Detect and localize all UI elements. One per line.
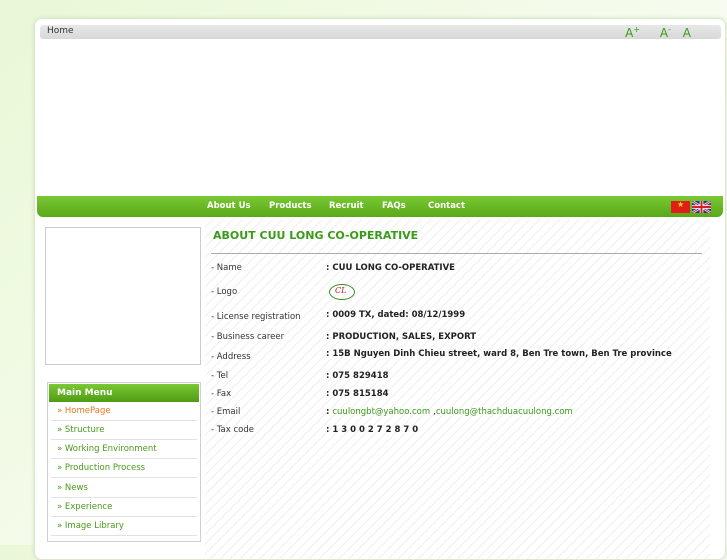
name-value: : CUU LONG CO-OPERATIVE: [326, 263, 455, 273]
content-area: ABOUT CUU LONG CO-OPERATIVE - Name : CUU…: [205, 219, 710, 559]
email-link-yahoo[interactable]: cuulongbt@yahoo.com: [332, 407, 430, 417]
address-label: - Address: [211, 352, 251, 362]
nav-recruit[interactable]: Recruit: [329, 201, 364, 211]
nav-about-us[interactable]: About Us: [207, 201, 251, 211]
home-link[interactable]: Home: [47, 26, 74, 36]
sidebar-image-box: [45, 227, 201, 365]
font-increase-button[interactable]: A+: [617, 25, 641, 40]
logo-label: - Logo: [211, 287, 238, 297]
menu-item-working-environment[interactable]: » Working Environment: [51, 441, 197, 459]
font-reset-button[interactable]: A: [683, 26, 691, 40]
title-divider: [211, 253, 702, 254]
font-decrease-label: A: [659, 26, 669, 40]
vn-flag-icon[interactable]: [671, 200, 690, 213]
tax-code-label: - Tax code: [211, 425, 254, 435]
header-banner: [38, 43, 722, 195]
address-value: : 15B Nguyen Dinh Chieu street, ward 8, …: [326, 349, 672, 359]
font-decrease-sup: -: [668, 25, 671, 34]
main-menu-title: Main Menu: [49, 384, 199, 402]
menu-item-production-process[interactable]: » Production Process: [51, 460, 197, 478]
email-value: : cuulongbt@yahoo.com ,cuulong@thachduac…: [326, 407, 573, 417]
nav-faqs[interactable]: FAQs: [382, 201, 406, 211]
license-value: : 0009 TX, dated: 08/12/1999: [326, 310, 466, 320]
menu-item-structure[interactable]: » Structure: [51, 422, 197, 440]
menu-item-image-library[interactable]: » Image Library: [51, 518, 197, 536]
business-label: - Business career: [211, 332, 285, 342]
top-bar: Home A+ A- A: [40, 25, 721, 40]
email-label: - Email: [211, 407, 241, 417]
menu-item-news[interactable]: » News: [51, 480, 197, 498]
page-container: Home A+ A- A About Us Products Recruit F…: [34, 18, 726, 560]
fax-label: - Fax: [211, 389, 232, 399]
email-colon: :: [326, 407, 330, 417]
name-label: - Name: [211, 263, 242, 273]
main-navigation: About Us Products Recruit FAQs Contact: [37, 196, 723, 217]
company-logo-icon: [329, 284, 355, 300]
email-link-company[interactable]: cuulong@thachduacuulong.com: [436, 407, 573, 417]
font-decrease-button[interactable]: A-: [652, 25, 671, 40]
tax-code-value: : 1 3 0 0 2 7 2 8 7 0: [326, 425, 419, 435]
fax-value: : 075 815184: [326, 389, 389, 399]
menu-item-homepage[interactable]: » HomePage: [51, 403, 197, 421]
nav-products[interactable]: Products: [269, 201, 312, 211]
tel-value: : 075 829418: [326, 371, 389, 381]
main-menu: Main Menu » HomePage » Structure » Worki…: [47, 382, 201, 542]
page-title: ABOUT CUU LONG CO-OPERATIVE: [213, 229, 419, 242]
nav-contact[interactable]: Contact: [428, 201, 465, 211]
business-value: : PRODUCTION, SALES, EXPORT: [326, 332, 477, 342]
menu-item-experience[interactable]: » Experience: [51, 499, 197, 517]
license-label: - License registration: [211, 312, 301, 322]
font-increase-sup: +: [633, 25, 641, 34]
uk-flag-icon[interactable]: [692, 201, 711, 213]
font-size-controls: A+ A- A: [609, 25, 691, 40]
tel-label: - Tel: [211, 371, 229, 381]
